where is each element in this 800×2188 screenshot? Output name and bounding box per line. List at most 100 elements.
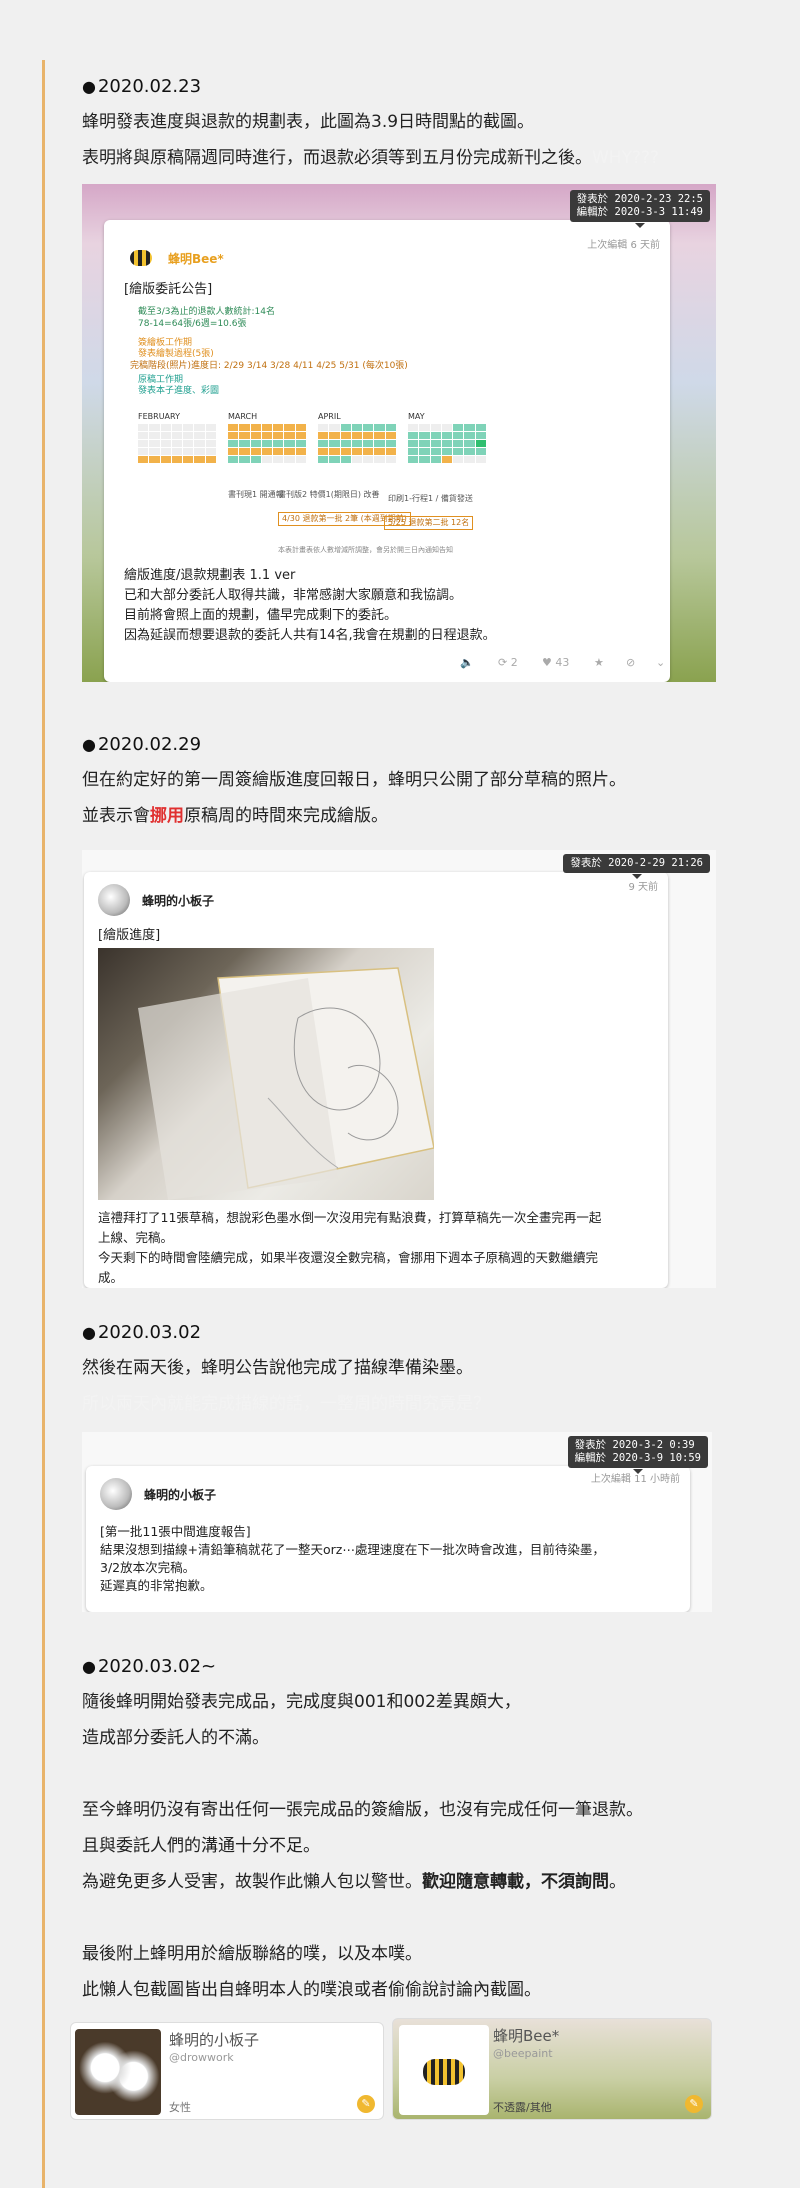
section-date: ● 2020.02.29	[82, 734, 202, 755]
username[interactable]: 蜂明Bee*	[168, 250, 224, 267]
section-text: 但在約定好的第一周簽繪版進度回報日，蜂明只公開了部分草稿的照片。	[82, 770, 626, 790]
schedule-note: 5/25 退款第二批 12名	[384, 516, 474, 530]
avatar[interactable]	[98, 884, 130, 916]
calendar-february: FEBRUARY	[138, 412, 216, 486]
profile-meta: 不透露/其他	[493, 2101, 552, 2114]
month-label: MAY	[408, 412, 425, 421]
expand-icon[interactable]: ⌄	[656, 656, 665, 669]
schedule-note: 書刊版2 特價1(期限日) 改善	[278, 490, 380, 499]
post-body: 因為延誤而想要退款的委託人共有14名,我會在規劃的日程退款。	[124, 628, 496, 643]
reply-button[interactable]: ⟳ 2	[498, 656, 518, 669]
schedule-footer: 本表計畫表依人數增減所調整，會另於開三日內通知告知	[278, 546, 453, 554]
section-text: 且與委託人們的溝通十分不足。	[82, 1836, 320, 1856]
plurk-card: 上次編輯 11 小時前 蜂明的小板子 [第一批11張中間進度報告] 結果沒想到描…	[86, 1466, 690, 1612]
screenshot-plurk-draft: 9 天前 蜂明的小板子 [繪版進度] 這禮拜打了11張草稿，想說彩色墨水倒一次沒…	[82, 850, 716, 1288]
edited-label: 上次編輯 6 天前	[587, 240, 660, 251]
section-2020-02-23: ● 2020.02.23 蜂明發表進度與退款的規劃表，此圖為3.9日時間點的截圖。…	[82, 72, 762, 176]
bold-text: 歡迎隨意轉載，不須詢問	[422, 1872, 609, 1892]
bee-icon	[423, 2059, 465, 2085]
bee-avatar	[130, 250, 152, 266]
like-button[interactable]: ♥ 43	[542, 656, 569, 669]
like-count: 43	[555, 656, 570, 669]
time-ago: 9 天前	[628, 882, 658, 893]
month-label: MARCH	[228, 412, 258, 421]
section-date: ● 2020.02.23	[82, 76, 202, 97]
legend-item: 完稿階段(照片)進度日: 2/29 3/14 3/28 4/11 4/25 5/…	[130, 361, 408, 371]
post-body: 已和大部分委託人取得共識，非常感謝大家願意和我協調。	[124, 588, 463, 603]
profile-handle: @beepaint	[493, 2047, 553, 2060]
section-2020-02-29: ● 2020.02.29 但在約定好的第一周簽繪版進度回報日，蜂明只公開了部分草稿…	[82, 730, 762, 834]
section-date: ● 2020.03.02	[82, 1322, 202, 1343]
section-text: 為避免更多人受害，故製作此懶人包以警世。歡迎隨意轉載，不須詢問。	[82, 1872, 626, 1892]
legend-item: 發表繪製過程(5張)	[138, 349, 214, 359]
plurk-card: 上次編輯 6 天前 蜂明Bee* [繪版委託公告] 截至3/3為止的退款人數統計…	[104, 220, 670, 682]
post-title: [繪版委託公告]	[124, 282, 213, 297]
profile-meta: 女性	[169, 2101, 191, 2114]
post-body: 上線、完稿。	[98, 1230, 174, 1245]
timestamp-tooltip: 發表於 2020-3-2 0:39 編輯於 2020-3-9 10:59	[567, 1436, 708, 1474]
calendar-march: MARCH	[228, 412, 306, 486]
mute-icon[interactable]: 🔈	[460, 656, 474, 669]
month-label: APRIL	[318, 412, 341, 421]
avatar[interactable]	[100, 1478, 132, 1510]
calendar-april: APRIL	[318, 412, 396, 486]
legend-item: 簽繪板工作期	[138, 338, 193, 348]
section-2020-03-02: ● 2020.03.02 然後在兩天後，蜂明公告說他完成了描線準備染墨。 所以兩天…	[82, 1318, 762, 1422]
reply-count: 2	[510, 656, 518, 669]
section-text: 並表示會挪用原稿周的時間來完成繪版。	[82, 806, 388, 826]
calendar-may: MAY	[408, 412, 486, 486]
timeline-line	[42, 60, 45, 2188]
section-text: 至今蜂明仍沒有寄出任何一張完成品的簽繪版，也沒有完成任何一筆退款。	[82, 1800, 643, 1820]
schedule-note: 書刊現1 開通報	[228, 490, 284, 499]
section-text: 表明將與原稿隔週同時進行，而退款必須等到五月份完成新刊之後。WHY???	[82, 148, 660, 168]
section-text: 然後在兩天後，蜂明公告說他完成了描線準備染墨。	[82, 1358, 473, 1378]
section-text: 最後附上蜂明用於繪版聯絡的噗，以及本噗。	[82, 1944, 422, 1964]
post-body: 延遲真的非常抱歉。	[100, 1578, 213, 1593]
whisper-text: 所以兩天內就能完成描線的話，一整周的時間究竟是？	[82, 1394, 490, 1414]
legend-item: 原稿工作期	[138, 375, 184, 385]
screenshot-plurk-schedule: 上次編輯 6 天前 蜂明Bee* [繪版委託公告] 截至3/3為止的退款人數統計…	[82, 184, 716, 682]
month-label: FEBRUARY	[138, 412, 180, 421]
favorite-icon[interactable]: ★	[594, 656, 604, 669]
schedule-note: 印刷1-行程1 / 備貨發送	[388, 494, 473, 503]
stat-line: 截至3/3為止的退款人數統計:14名	[138, 307, 275, 317]
profile-name: 蜂明的小板子	[169, 2031, 260, 2049]
post-body: [第一批11張中間進度報告]	[100, 1524, 251, 1539]
profile-name: 蜂明Bee*	[493, 2027, 560, 2045]
post-body: 成。	[98, 1270, 124, 1285]
post-body: 這禮拜打了11張草稿，想說彩色墨水倒一次沒用完有點浪費，打算草稿先一次全畫完再一…	[98, 1210, 602, 1225]
whisper-text: WHY???	[592, 148, 660, 168]
section-text: 蜂明發表進度與退款的規劃表，此圖為3.9日時間點的截圖。	[82, 112, 535, 132]
section-date: ● 2020.03.02~	[82, 1656, 217, 1677]
profile-handle: @drowwork	[169, 2051, 234, 2064]
username[interactable]: 蜂明的小板子	[142, 892, 214, 909]
plurk-card: 9 天前 蜂明的小板子 [繪版進度] 這禮拜打了11張草稿，想說彩色墨水倒一次沒…	[84, 872, 668, 1288]
timestamp-tooltip: 發表於 2020-2-23 22:5 編輯於 2020-3-3 11:49	[569, 190, 710, 228]
post-body: 結果沒想到描線+清鉛筆稿就花了一整天orz⋯處理速度在下一批次時會改進，目前待染…	[100, 1542, 605, 1557]
post-title: [繪版進度]	[98, 928, 161, 943]
edit-pencil-icon[interactable]: ✎	[685, 2095, 703, 2113]
section-text: 造成部分委託人的不滿。	[82, 1728, 269, 1748]
post-body: 繪版進度/退款規劃表 1.1 ver	[124, 568, 296, 583]
section-text: 此懶人包截圖皆出自蜂明本人的噗浪或者偷偷說討論內截圖。	[82, 1980, 541, 2000]
section-text: 隨後蜂明開始發表完成品，完成度與001和002差異頗大，	[82, 1692, 521, 1712]
post-body: 3/2放本次完稿。	[100, 1560, 196, 1575]
stat-line: 78-14=64張/6週=10.6張	[138, 319, 247, 329]
section-2020-03-02-onward: ● 2020.03.02~ 隨後蜂明開始發表完成品，完成度與001和002差異頗大…	[82, 1652, 762, 2008]
section-text	[82, 1756, 762, 1792]
username[interactable]: 蜂明的小板子	[144, 1486, 216, 1503]
share-icon[interactable]: ⊘	[626, 656, 635, 669]
post-body: 今天剩下的時間會陸續完成，如果半夜還沒全數完稿，會挪用下週本子原稿週的天數繼續完	[98, 1250, 599, 1265]
sketch-photo[interactable]	[98, 948, 435, 1200]
post-body: 目前將會照上面的規劃，儘早完成剩下的委託。	[124, 608, 398, 623]
profile-avatar	[399, 2025, 489, 2115]
screenshot-plurk-progress: 上次編輯 11 小時前 蜂明的小板子 [第一批11張中間進度報告] 結果沒想到描…	[82, 1432, 712, 1612]
timestamp-tooltip: 發表於 2020-2-29 21:26	[563, 854, 710, 879]
profile-card-beepaint[interactable]: 蜂明Bee* @beepaint 不透露/其他 ✎	[392, 2018, 712, 2120]
profile-avatar	[75, 2029, 161, 2115]
edit-pencil-icon[interactable]: ✎	[357, 2095, 375, 2113]
section-text	[82, 1900, 762, 1936]
highlight-text: 挪用	[150, 806, 184, 826]
legend-item: 發表本子進度、彩圖	[138, 386, 220, 396]
profile-card-drowwork[interactable]: 蜂明的小板子 @drowwork 女性 ✎	[70, 2022, 384, 2120]
